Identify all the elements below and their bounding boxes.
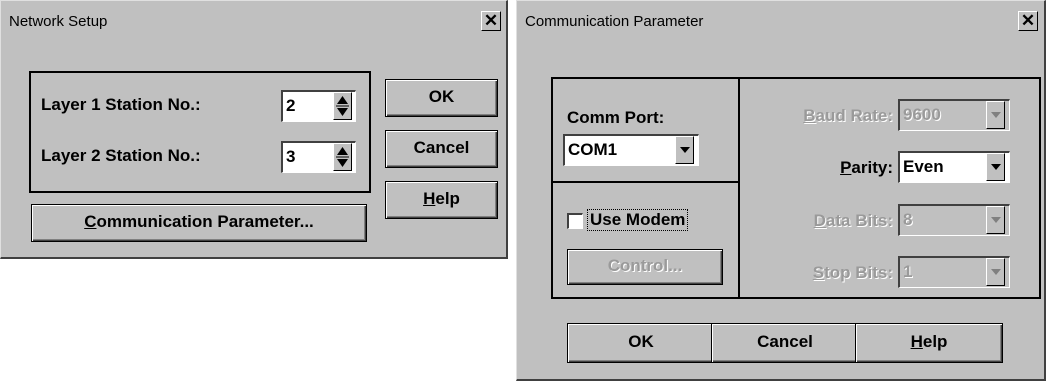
communication-parameter-button[interactable]: Communication Parameter...: [31, 204, 367, 242]
cancel-button[interactable]: Cancel: [385, 130, 498, 168]
frame-divider-horizontal: [551, 181, 740, 183]
help-button[interactable]: Help: [855, 323, 1003, 363]
spinner-arrows-icon: [336, 96, 349, 116]
parity-dropdown-button[interactable]: [986, 153, 1005, 181]
communication-parameter-dialog: Communication Parameter ✕ Comm Port: COM…: [516, 0, 1046, 381]
close-icon: ✕: [483, 11, 499, 30]
stop-bits-dropdown-button[interactable]: [986, 258, 1005, 286]
ok-button[interactable]: OK: [385, 79, 498, 117]
layer1-station-label: Layer 1 Station No.:: [41, 95, 201, 114]
cancel-button-label: Cancel: [413, 138, 470, 157]
baud-rate-label: Baud Rate:: [803, 106, 893, 125]
dialog-title: Network Setup: [9, 13, 108, 30]
layer1-station-value: 2: [286, 96, 296, 115]
stop-bits-value: 1: [903, 262, 913, 281]
data-bits-value: 8: [903, 210, 913, 229]
frame-divider-vertical: [738, 77, 740, 299]
close-button[interactable]: ✕: [481, 11, 501, 31]
help-button-label: Help: [910, 332, 948, 351]
cancel-button[interactable]: Cancel: [711, 323, 859, 363]
spinner-arrows-icon: [336, 147, 349, 167]
comm-port-label: Comm Port:: [567, 108, 665, 127]
title-bar: Network Setup ✕: [1, 1, 506, 41]
parity-value: Even: [903, 157, 944, 176]
comm-port-value: COM1: [568, 140, 618, 159]
ok-button[interactable]: OK: [567, 323, 715, 363]
control-button-label: Control...: [607, 256, 683, 275]
close-icon: ✕: [1020, 11, 1036, 30]
cancel-button-label: Cancel: [757, 332, 813, 351]
use-modem-label: Use Modem: [587, 209, 689, 231]
help-button[interactable]: Help: [385, 181, 498, 219]
communication-parameter-label: Communication Parameter...: [84, 212, 314, 231]
baud-rate-value: 9600: [903, 105, 941, 124]
chevron-down-icon: [991, 112, 1001, 118]
chevron-down-icon: [991, 269, 1001, 275]
ok-button-label: OK: [628, 332, 654, 351]
layer2-spinner[interactable]: [333, 143, 352, 171]
data-bits-label: Data Bits:: [813, 211, 893, 230]
help-button-label: Help: [423, 189, 460, 208]
layer2-station-value: 3: [286, 147, 296, 166]
comm-port-dropdown-button[interactable]: [675, 136, 694, 164]
dialog-title: Communication Parameter: [525, 13, 704, 30]
layer2-station-label: Layer 2 Station No.:: [41, 146, 201, 165]
use-modem-checkbox[interactable]: [567, 213, 583, 229]
parity-label: Parity:: [840, 158, 893, 177]
chevron-down-icon: [991, 164, 1001, 170]
baud-rate-dropdown-button[interactable]: [986, 101, 1005, 129]
chevron-down-icon: [991, 217, 1001, 223]
ok-button-label: OK: [428, 87, 455, 106]
stop-bits-label: Stop Bits:: [812, 263, 893, 282]
chevron-down-icon: [680, 147, 690, 153]
data-bits-dropdown-button[interactable]: [986, 206, 1005, 234]
close-button[interactable]: ✕: [1018, 11, 1038, 31]
control-button[interactable]: Control...: [567, 249, 723, 285]
title-bar: Communication Parameter ✕: [517, 1, 1044, 41]
layer1-spinner[interactable]: [333, 92, 352, 120]
network-setup-dialog: Network Setup ✕ Layer 1 Station No.: 2 L…: [0, 0, 508, 259]
